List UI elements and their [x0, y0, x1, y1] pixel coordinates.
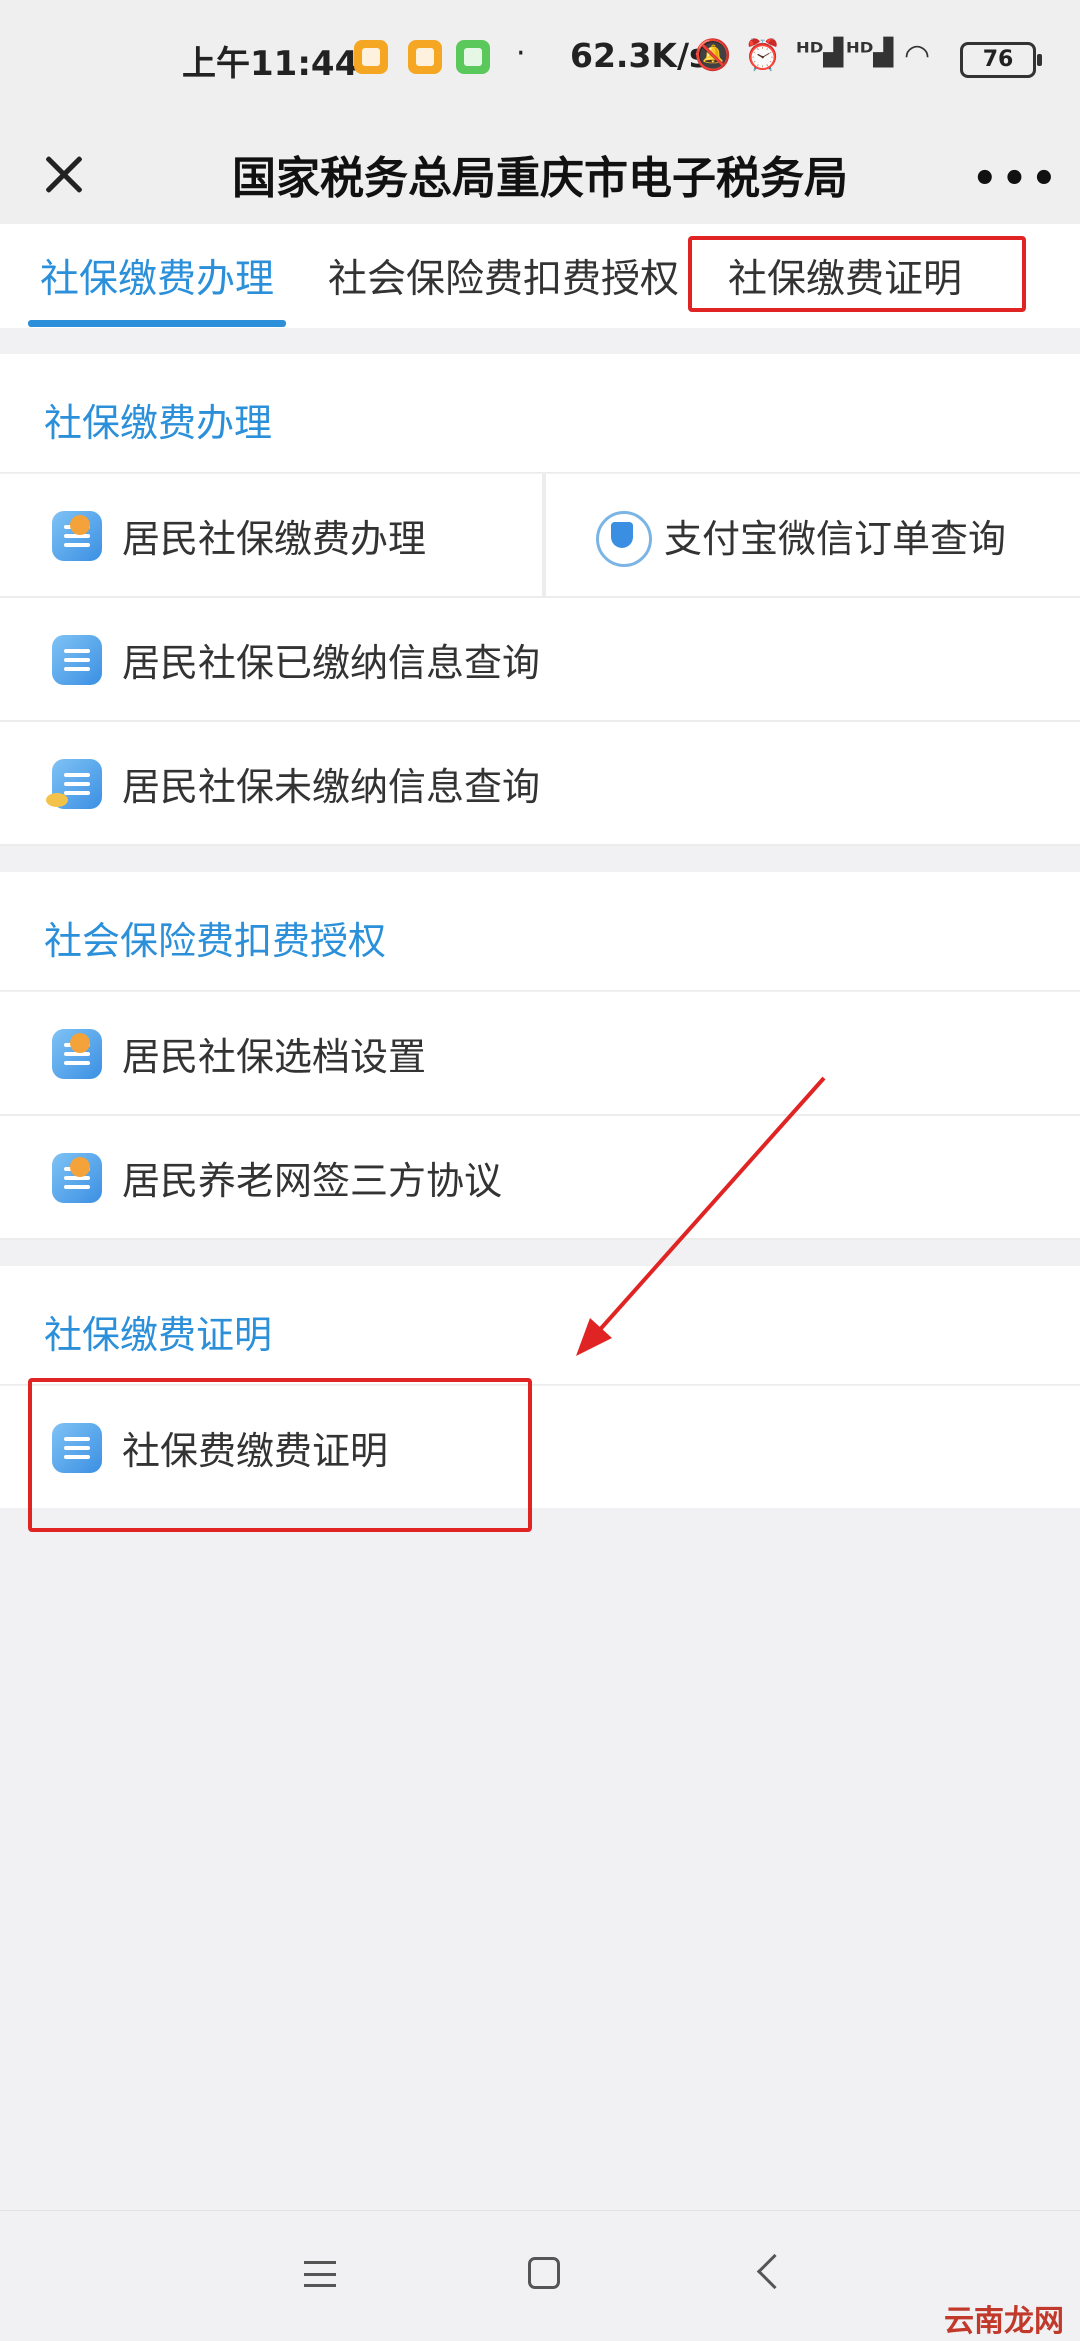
- list-row: 居民社保缴费办理 支付宝微信订单查询: [0, 474, 1080, 598]
- wifi-icon: ◠: [904, 38, 931, 73]
- hd-signal-icon: ᴴᴰ▟: [846, 38, 894, 68]
- app-notification-icon: [408, 40, 442, 74]
- watermark: 云南龙网: [944, 2304, 1064, 2339]
- system-navigation-bar: [0, 2210, 1080, 2341]
- app-notification-icon: [354, 40, 388, 74]
- app-notification-icon: [456, 40, 490, 74]
- menu-item-unpaid-info-query[interactable]: 居民社保未缴纳信息查询: [0, 722, 1080, 846]
- hd-signal-icon: ᴴᴰ▟: [796, 38, 844, 68]
- tab-social-insurance-payment[interactable]: 社保缴费办理: [40, 248, 274, 304]
- battery-icon: 76: [960, 42, 1042, 78]
- page-title: 国家税务总局重庆市电子税务局: [232, 153, 848, 204]
- mute-bell-icon: 🔕: [694, 38, 732, 73]
- section-title: 社保缴费办理: [44, 401, 273, 445]
- status-bar: 上午11:44 · 62.3K/s 🔕 ⏰ ᴴᴰ▟ ᴴᴰ▟ ◠ 76: [0, 0, 1080, 120]
- hand-gear-icon: [52, 1029, 102, 1079]
- document-list-icon: [52, 635, 102, 685]
- more-options-button[interactable]: •••: [972, 156, 1061, 202]
- menu-item-label: 居民养老网签三方协议: [122, 1159, 503, 1203]
- section-title: 社保缴费证明: [44, 1313, 273, 1357]
- status-time: 上午11:44: [182, 44, 359, 84]
- network-speed: 62.3K/s: [570, 36, 709, 75]
- menu-item-paid-info-query[interactable]: 居民社保已缴纳信息查询: [0, 598, 1080, 722]
- section-header: 社保缴费证明: [0, 1266, 1080, 1385]
- menu-item-tripartite-agreement[interactable]: 居民养老网签三方协议: [0, 1116, 1080, 1240]
- menu-item-resident-payment[interactable]: 居民社保缴费办理: [0, 474, 540, 596]
- back-icon[interactable]: [756, 2253, 793, 2290]
- shield-yuan-icon: [596, 511, 652, 567]
- menu-item-grade-setting[interactable]: 居民社保选档设置: [0, 992, 1080, 1116]
- active-tab-indicator: [28, 320, 286, 327]
- home-icon[interactable]: [528, 2257, 560, 2289]
- alarm-icon: ⏰: [744, 38, 782, 73]
- menu-item-order-query[interactable]: 支付宝微信订单查询: [542, 474, 1080, 596]
- menu-item-label: 居民社保未缴纳信息查询: [122, 765, 541, 809]
- menu-item-label: 居民社保已缴纳信息查询: [122, 641, 541, 685]
- annotation-highlight-box: [688, 236, 1026, 312]
- user-contract-icon: [52, 1153, 102, 1203]
- menu-item-label: 居民社保选档设置: [122, 1035, 427, 1079]
- menu-icon[interactable]: [304, 2261, 336, 2287]
- section-title: 社会保险费扣费授权: [44, 919, 387, 963]
- menu-item-label: 居民社保缴费办理: [122, 517, 427, 561]
- section-header: 社保缴费办理: [0, 354, 1080, 473]
- title-bar: 国家税务总局重庆市电子税务局 •••: [0, 120, 1080, 224]
- menu-item-label: 支付宝微信订单查询: [664, 517, 1007, 561]
- tab-deduction-authorization[interactable]: 社会保险费扣费授权: [328, 248, 679, 304]
- section-header: 社会保险费扣费授权: [0, 872, 1080, 991]
- annotation-highlight-box: [28, 1378, 532, 1532]
- wallet-coin-icon: [46, 759, 102, 809]
- status-separator: ·: [516, 36, 526, 71]
- user-yuan-icon: [52, 511, 102, 561]
